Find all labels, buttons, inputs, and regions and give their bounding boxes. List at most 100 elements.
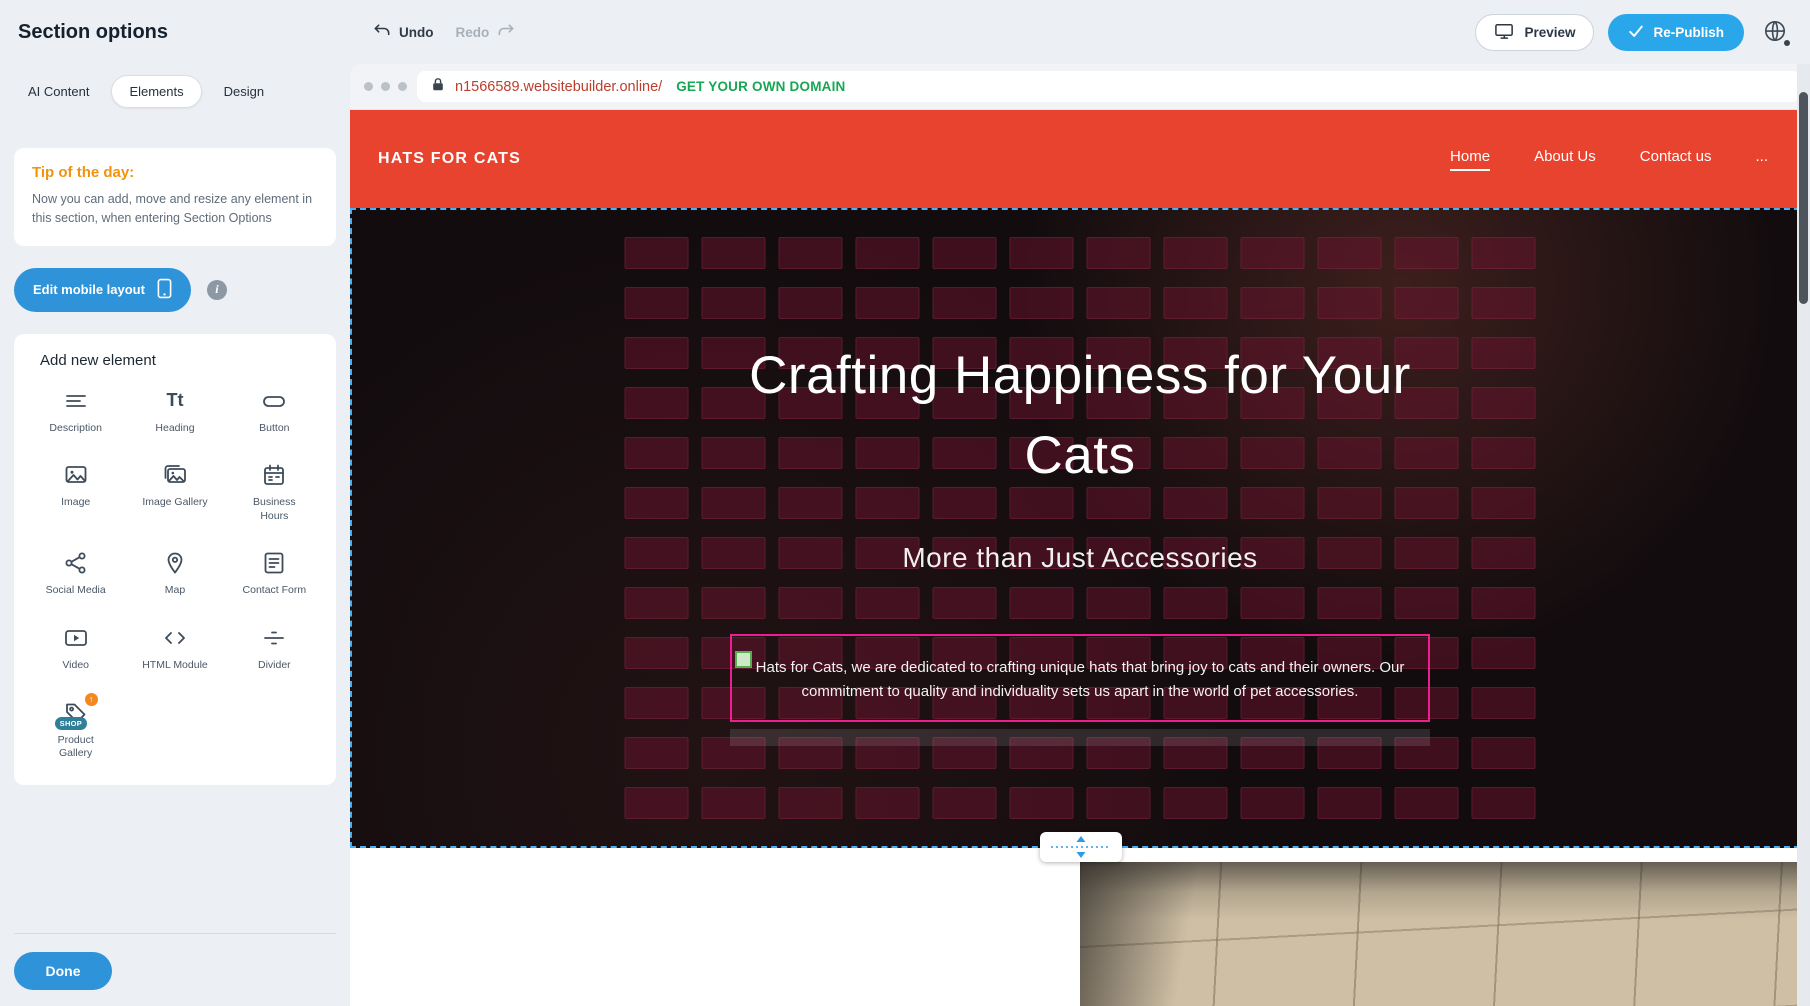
scrollbar[interactable] xyxy=(1799,92,1808,304)
element-image[interactable]: Image xyxy=(26,461,125,523)
next-section[interactable] xyxy=(350,862,1810,1006)
element-product-gallery[interactable]: SHOP↑ Product Gallery xyxy=(26,699,125,761)
done-button[interactable]: Done xyxy=(14,952,112,990)
grid-cell xyxy=(625,237,689,269)
html-module-icon xyxy=(162,624,188,652)
element-social-media[interactable]: Social Media xyxy=(26,549,125,598)
scrollbar-track xyxy=(1797,64,1810,1006)
grid-cell xyxy=(625,337,689,369)
nav-contact-us[interactable]: Contact us xyxy=(1640,148,1712,171)
element-grid: Description TtHeadingButton ImageImage Gal… xyxy=(26,387,324,761)
section-resize-handle[interactable] xyxy=(1040,832,1122,862)
element-label: Video xyxy=(62,659,89,673)
hero-heading[interactable]: Crafting Happiness for Your Cats xyxy=(740,336,1420,495)
grid-cell xyxy=(856,787,920,819)
devices-icon xyxy=(1494,21,1515,44)
language-globe-button[interactable] xyxy=(1758,15,1792,49)
site-nav: Home About Us Contact us... xyxy=(1450,148,1768,171)
element-label: Product Gallery xyxy=(40,734,112,761)
edit-mobile-layout-button[interactable]: Edit mobile layout xyxy=(14,268,191,312)
mobile-layout-row: Edit mobile layout i xyxy=(14,268,336,312)
contact-form-icon xyxy=(261,549,287,577)
description-icon xyxy=(63,387,89,415)
grid-cell xyxy=(625,637,689,669)
element-image-gallery[interactable]: Image Gallery xyxy=(125,461,224,523)
element-divider[interactable]: Divider xyxy=(225,624,324,673)
grid-cell xyxy=(625,487,689,519)
tab-design[interactable]: Design xyxy=(210,75,278,108)
republish-button[interactable]: Re-Publish xyxy=(1608,14,1744,51)
element-video[interactable]: Video xyxy=(26,624,125,673)
grid-cell xyxy=(1164,587,1228,619)
grid-cell xyxy=(779,787,843,819)
grid-cell xyxy=(1472,737,1536,769)
browser-chrome: n1566589.websitebuilder.online/ GET YOUR… xyxy=(350,64,1810,110)
hero-paragraph: Hats for Cats, we are dedicated to craft… xyxy=(740,656,1420,704)
element-map[interactable]: Map xyxy=(125,549,224,598)
element-label: Heading xyxy=(155,422,194,436)
tab-ai-content[interactable]: AI Content xyxy=(14,75,103,108)
hero-subheading[interactable]: More than Just Accessories xyxy=(350,542,1810,574)
grid-cell xyxy=(856,237,920,269)
page-title: Section options xyxy=(18,21,350,44)
ghost-row xyxy=(730,729,1430,746)
map-icon xyxy=(162,549,188,577)
edit-mobile-label: Edit mobile layout xyxy=(33,282,145,297)
history-controls: Undo Redo xyxy=(372,21,516,44)
redo-button[interactable]: Redo xyxy=(456,21,517,44)
check-icon xyxy=(1628,24,1644,41)
element-label: Map xyxy=(165,584,185,598)
tab-elements[interactable]: Elements xyxy=(111,75,201,108)
grid-cell xyxy=(1472,237,1536,269)
preview-button[interactable]: Preview xyxy=(1475,14,1594,51)
product-gallery-icon: SHOP↑ xyxy=(63,699,89,727)
selected-paragraph[interactable]: Hats for Cats, we are dedicated to craft… xyxy=(730,634,1430,722)
element-contact-form[interactable]: Contact Form xyxy=(225,549,324,598)
grid-cell xyxy=(1472,487,1536,519)
grid-cell xyxy=(625,587,689,619)
element-description[interactable]: Description xyxy=(26,387,125,436)
resize-handle[interactable] xyxy=(735,651,752,668)
site-header[interactable]: HATS FOR CATS Home About Us Contact us... xyxy=(350,110,1810,208)
grid-cell xyxy=(1472,337,1536,369)
notification-dot xyxy=(1784,40,1790,46)
redo-icon xyxy=(496,21,516,44)
get-domain-link[interactable]: GET YOUR OWN DOMAIN xyxy=(676,79,845,94)
grid-cell xyxy=(1318,787,1382,819)
section-options-panel: AI ContentElements Design Tip of the day:… xyxy=(0,64,350,1006)
grid-cell xyxy=(1010,587,1074,619)
grid-cell xyxy=(702,587,766,619)
nav-home[interactable]: Home xyxy=(1450,148,1490,171)
grid-cell xyxy=(1472,687,1536,719)
element-button[interactable]: Button xyxy=(225,387,324,436)
element-label: Social Media xyxy=(46,584,106,598)
panel-tabs: AI ContentElements Design xyxy=(14,74,336,108)
undo-button[interactable]: Undo xyxy=(372,21,434,44)
site-logo: HATS FOR CATS xyxy=(378,150,521,168)
grid-cell xyxy=(1087,787,1151,819)
divider-icon xyxy=(261,624,287,652)
video-icon xyxy=(63,624,89,652)
tip-body: Now you can add, move and resize any ele… xyxy=(32,190,318,228)
nav-more[interactable]: ... xyxy=(1755,148,1768,171)
grid-cell xyxy=(625,387,689,419)
nav-about-us[interactable]: About Us xyxy=(1534,148,1596,171)
element-business-hours[interactable]: Business Hours xyxy=(225,461,324,523)
grid-cell xyxy=(1318,287,1382,319)
address-bar[interactable]: n1566589.websitebuilder.online/ GET YOUR… xyxy=(417,71,1800,102)
hero-section[interactable]: Crafting Happiness for Your Cats More th… xyxy=(350,208,1810,848)
shop-badge: SHOP xyxy=(55,717,87,730)
grid-cell xyxy=(1395,787,1459,819)
business-hours-icon xyxy=(261,461,287,489)
topbar-actions: Preview Re-Publish xyxy=(1475,14,1792,51)
element-label: Description xyxy=(49,422,102,436)
element-html-module[interactable]: HTML Module xyxy=(125,624,224,673)
grid-cell xyxy=(702,237,766,269)
grid-cell xyxy=(1241,787,1305,819)
upgrade-badge-icon: ↑ xyxy=(85,693,98,706)
tip-title: Tip of the day: xyxy=(32,164,318,181)
info-icon[interactable]: i xyxy=(207,280,227,300)
grid-cell xyxy=(933,787,997,819)
editor-canvas: n1566589.websitebuilder.online/ GET YOUR… xyxy=(350,64,1810,1006)
element-heading[interactable]: TtHeading xyxy=(125,387,224,436)
